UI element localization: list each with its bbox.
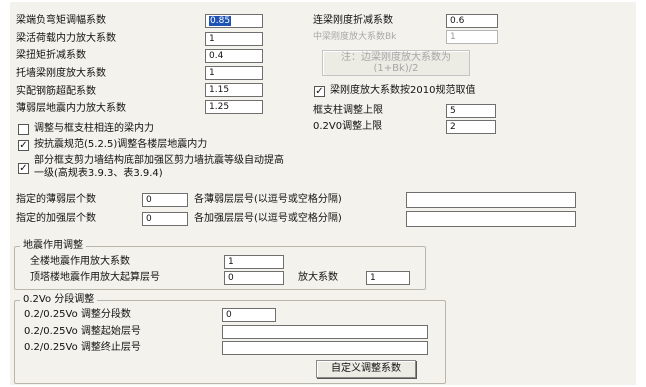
amp-factor-input[interactable]: 1 <box>366 271 410 285</box>
seismic-code-checkbox[interactable]: ✓ <box>18 140 29 151</box>
adjust-beam-label: 调整与框支柱相连的梁内力 <box>34 123 154 134</box>
weak-layer-amp-label: 薄弱层地震内力放大系数 <box>16 103 126 114</box>
v02-end-label: 0.2/0.25Vo 调整终止层号 <box>24 342 141 353</box>
v02-end-input[interactable] <box>222 341 428 355</box>
v02-limit-label: 0.2V0调整上限 <box>313 121 383 132</box>
edge-beam-note-button: 注：边梁刚度放大系数为 (1+Bk)/2 <box>322 50 470 76</box>
link-beam-stiffness-input[interactable]: 0.6 <box>446 14 498 28</box>
v02-segments-label: 0.2/0.25Vo 调整分段数 <box>24 309 131 320</box>
rebar-overreinforce-label: 实配钢筋超配系数 <box>16 86 96 97</box>
top-start-label: 顶塔楼地震作用放大起算层号 <box>30 272 160 283</box>
seismic-code-label: 按抗震规范(5.2.5)调整各楼层地震内力 <box>34 139 208 150</box>
top-start-input[interactable]: 0 <box>224 271 284 285</box>
strong-list-label: 各加强层层号(以逗号或空格分隔) <box>194 213 342 224</box>
mid-beam-amp-label: 中梁刚度放大系数Bk <box>313 32 397 42</box>
weak-layer-amp-input[interactable]: 1.25 <box>205 100 263 114</box>
beam-end-moment-label: 梁端负弯矩调幅系数 <box>16 15 106 26</box>
strong-count-input[interactable]: 0 <box>142 212 188 226</box>
adjust-beam-checkbox[interactable] <box>18 124 29 135</box>
design-adjustment-panel: 梁端负弯矩调幅系数 0.85 梁活荷载内力放大系数 1 梁扭矩折减系数 0.4 … <box>10 2 636 385</box>
beam-live-load-label: 梁活荷载内力放大系数 <box>16 33 116 44</box>
v02-start-label: 0.2/0.25Vo 调整起始层号 <box>24 326 141 337</box>
strong-list-input[interactable] <box>406 211 576 227</box>
frame-support-label-line2: 一级(高规表3.9.3、表3.9.4) <box>34 168 163 179</box>
frame-col-limit-input[interactable]: 5 <box>446 104 496 118</box>
code2010-label: 梁刚度放大系数按2010规范取值 <box>330 85 476 96</box>
weak-list-input[interactable] <box>406 192 576 208</box>
link-beam-stiffness-label: 连梁刚度折减系数 <box>313 15 393 26</box>
rebar-overreinforce-input[interactable]: 1.15 <box>205 83 263 97</box>
seismic-adjust-title: 地震作用调整 <box>20 239 86 253</box>
full-amp-label: 全楼地震作用放大系数 <box>30 256 130 267</box>
beam-end-moment-input[interactable]: 0.85 <box>205 14 263 28</box>
note-line-2: (1+Bk)/2 <box>373 63 419 74</box>
v02-limit-input[interactable]: 2 <box>446 120 496 134</box>
code2010-checkbox[interactable]: ✓ <box>314 86 325 97</box>
transfer-beam-stiffness-label: 托墙梁刚度放大系数 <box>16 68 106 79</box>
full-amp-input[interactable]: 1 <box>224 255 284 269</box>
amp-factor-label: 放大系数 <box>298 272 338 283</box>
strong-count-label: 指定的加强层个数 <box>16 213 96 224</box>
frame-col-limit-label: 框支柱调整上限 <box>313 105 383 116</box>
transfer-beam-stiffness-input[interactable]: 1 <box>205 66 263 80</box>
mid-beam-amp-input: 1 <box>446 30 498 44</box>
custom-adjust-button[interactable]: 自定义调整系数 <box>316 360 416 378</box>
weak-count-input[interactable]: 0 <box>142 193 188 207</box>
frame-support-label-line1: 部分框支剪力墙结构底部加强区剪力墙抗震等级自动提高 <box>34 155 284 166</box>
weak-count-label: 指定的薄弱层个数 <box>16 194 96 205</box>
v02-group-title: 0.2Vo 分段调整 <box>20 293 98 307</box>
note-line-1: 注：边梁刚度放大系数为 <box>341 52 451 63</box>
beam-torsion-label: 梁扭矩折减系数 <box>16 50 86 61</box>
beam-torsion-input[interactable]: 0.4 <box>205 49 263 63</box>
v02-segments-input[interactable]: 0 <box>222 308 276 322</box>
weak-list-label: 各薄弱层层号(以逗号或空格分隔) <box>194 194 342 205</box>
v02-start-input[interactable] <box>222 325 428 339</box>
beam-live-load-input[interactable]: 1 <box>205 32 263 46</box>
frame-support-checkbox[interactable]: ✓ <box>18 163 29 174</box>
